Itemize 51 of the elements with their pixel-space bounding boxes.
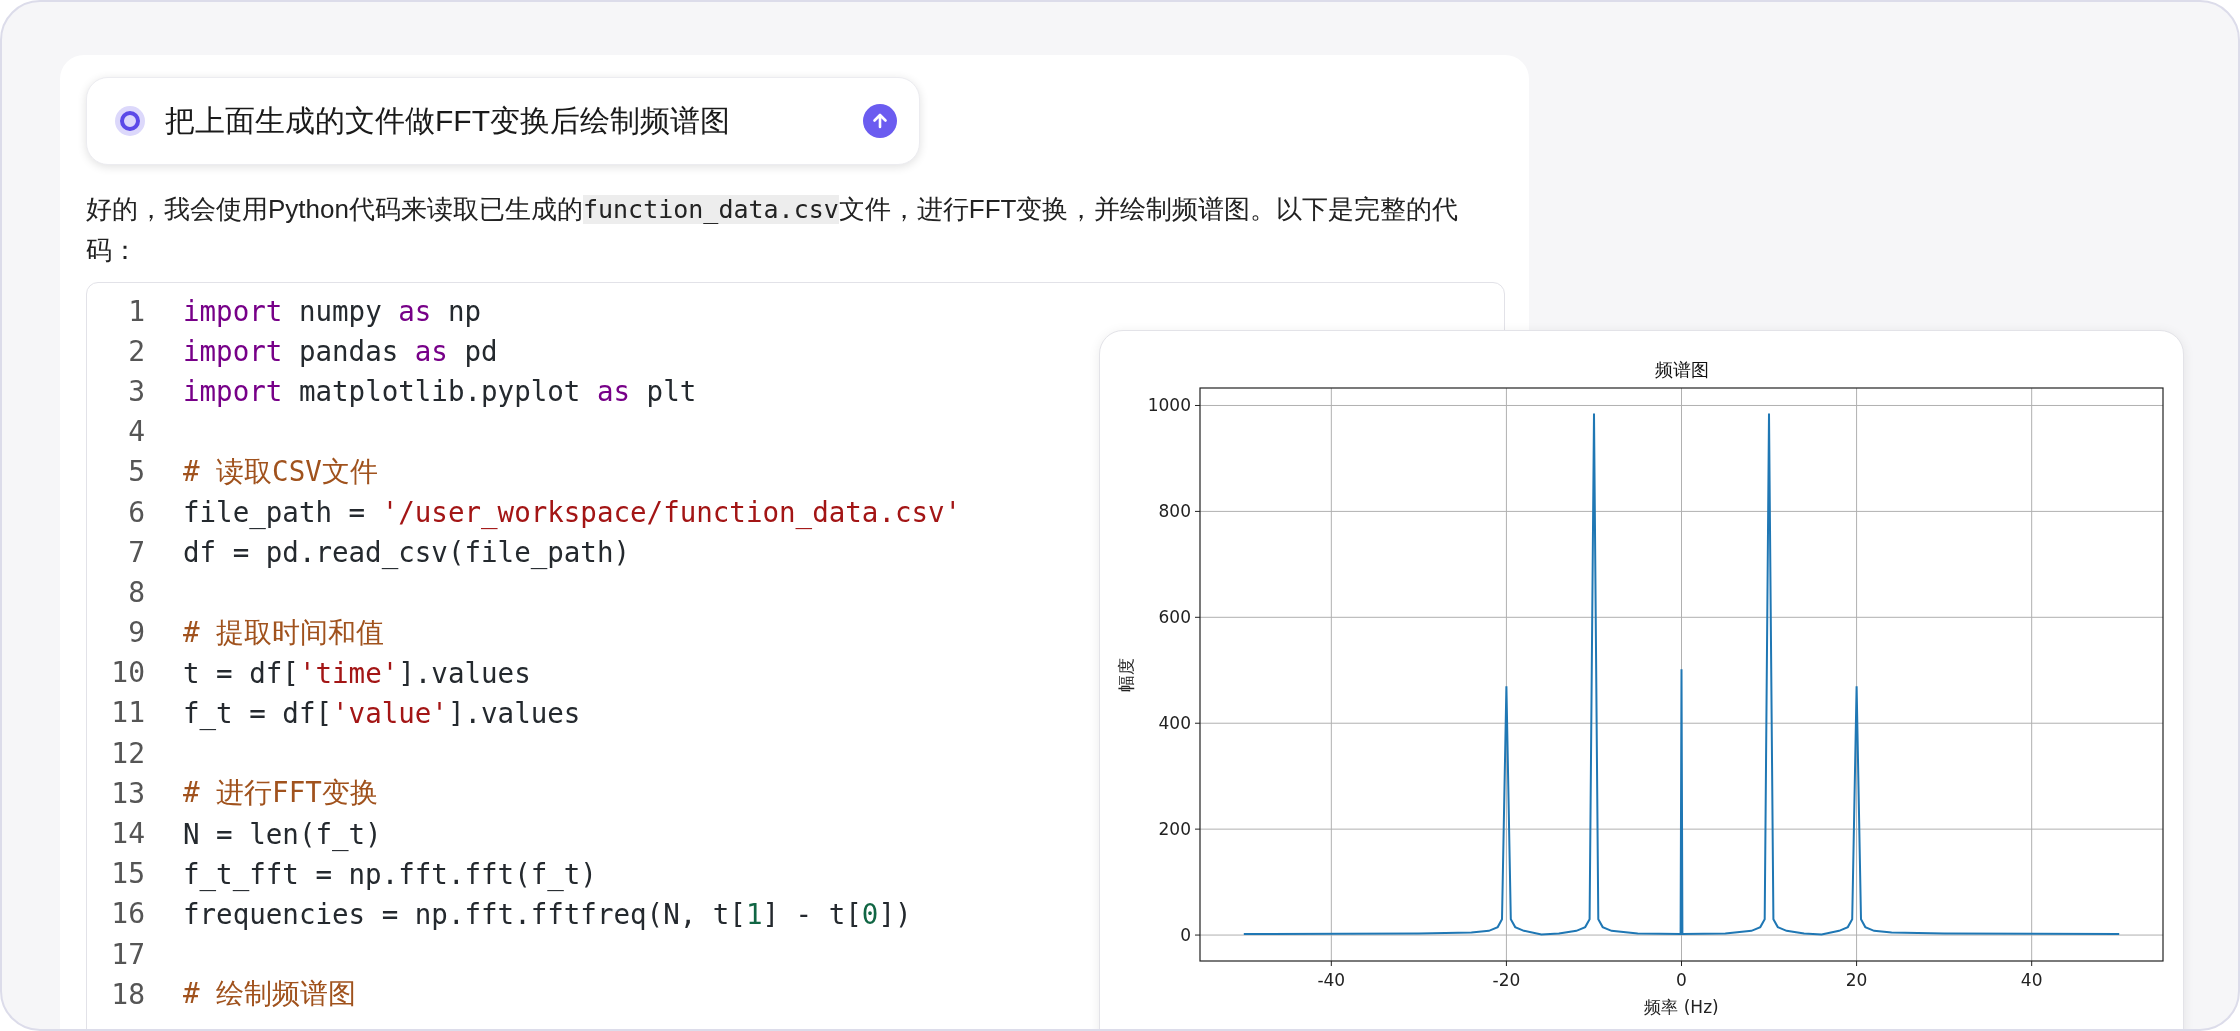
code-line: file_path = '/user_workspace/function_data.csv' xyxy=(183,496,962,529)
code-line: # 绘制频谱图 xyxy=(183,976,357,1012)
code-line: df = pd.read_csv(file_path) xyxy=(183,536,631,569)
line-number: 4 xyxy=(127,415,145,449)
line-number: 7 xyxy=(127,535,145,569)
x-tick-label: -20 xyxy=(1492,970,1521,990)
line-number: 5 xyxy=(127,455,145,489)
line-number: 12 xyxy=(110,736,145,770)
x-axis-label: 频率 (Hz) xyxy=(1644,997,1719,1017)
line-number: 11 xyxy=(110,696,145,730)
x-tick-label: 40 xyxy=(2020,970,2043,990)
line-number: 18 xyxy=(110,977,145,1011)
y-tick-label: 1000 xyxy=(1147,395,1191,416)
line-number: 2 xyxy=(127,334,145,368)
line-number: 9 xyxy=(127,616,145,650)
line-number: 14 xyxy=(110,817,145,851)
x-tick-label: 20 xyxy=(1845,970,1868,990)
ring-icon xyxy=(113,104,147,138)
code-line: frequencies = np.fft.fftfreq(N, t[1] - t[0]) xyxy=(183,897,912,930)
x-tick-label: 0 xyxy=(1676,970,1687,990)
code-line: # 读取CSV文件 xyxy=(183,453,378,489)
y-tick-label: 200 xyxy=(1158,819,1191,840)
reply-paragraph: 好的，我会使用Python代码来读取已生成的function_data.csv文件，进行FFT变换，并绘制频谱图。以下是完整的代码： xyxy=(86,193,1460,267)
code-line: import matplotlib.pyplot as plt xyxy=(183,375,697,408)
code-line: import numpy as np xyxy=(183,295,482,328)
code-line: t = df['time'].values xyxy=(183,656,531,689)
x-tick-label: -40 xyxy=(1317,970,1346,990)
line-number: 8 xyxy=(127,575,145,609)
code-line: # 进行FFT变换 xyxy=(183,775,378,811)
y-tick-label: 400 xyxy=(1158,713,1191,734)
line-number: 15 xyxy=(110,857,145,891)
up-arrow-icon xyxy=(870,111,890,131)
send-button[interactable] xyxy=(863,104,897,138)
code-line: f_t = df['value'].values xyxy=(183,696,581,729)
y-tick-label: 600 xyxy=(1158,607,1191,628)
y-tick-label: 0 xyxy=(1180,925,1191,946)
code-line: f_t_fft = np.fft.fft(f_t) xyxy=(183,857,597,890)
line-number: 10 xyxy=(110,656,145,690)
line-number: 13 xyxy=(110,776,145,810)
code-line: N = len(f_t) xyxy=(183,817,382,850)
prompt-text: 把上面生成的文件做FFT变换后绘制频谱图 xyxy=(165,102,731,139)
line-number: 6 xyxy=(127,495,145,529)
chart-title: 频谱图 xyxy=(1654,359,1709,380)
code-line: import pandas as pd xyxy=(183,335,498,368)
line-number: 16 xyxy=(110,897,145,931)
code-line: # 提取时间和值 xyxy=(183,614,385,650)
y-tick-label: 800 xyxy=(1158,501,1191,522)
line-number: 3 xyxy=(127,374,145,408)
y-axis-label: 幅度 xyxy=(1116,657,1136,692)
line-number: 17 xyxy=(110,937,145,971)
line-number: 1 xyxy=(127,294,145,328)
